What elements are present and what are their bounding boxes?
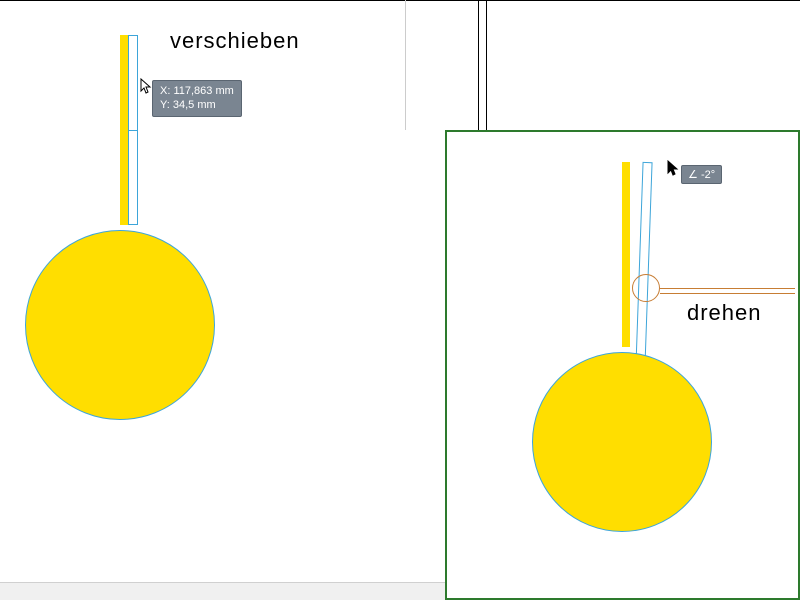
cursor-pointer-icon [667,160,681,179]
rotate-label: drehen [687,300,762,326]
ruler-line [0,0,800,1]
guide-line-2 [486,0,487,130]
rotation-center-icon[interactable] [632,274,660,302]
circle-shape[interactable] [532,352,712,532]
guide-line-1 [478,0,479,130]
x-value: 117,863 mm [173,85,233,97]
move-label: verschieben [170,28,300,54]
rectangle-shape[interactable] [120,35,128,225]
rectangle-divider [128,130,138,131]
circle-shape[interactable] [25,230,215,420]
y-label: Y: [160,99,170,111]
rotation-guide-line [660,288,795,289]
coordinate-tooltip: X: 117,863 mm Y: 34,5 mm [152,80,242,117]
rectangle-shape[interactable] [622,162,630,347]
angle-tooltip: ∠ -2° [681,165,722,184]
angle-value: -2° [701,169,715,181]
x-label: X: [160,85,170,97]
y-value: 34,5 mm [173,99,216,111]
rotation-guide-line-2 [660,293,795,294]
status-bar [0,582,445,600]
rotate-inset-panel: drehen ∠ -2° [445,130,800,600]
angle-symbol: ∠ [688,169,698,181]
rectangle-rotate-preview[interactable] [635,162,652,367]
guide-line-light [405,0,406,130]
